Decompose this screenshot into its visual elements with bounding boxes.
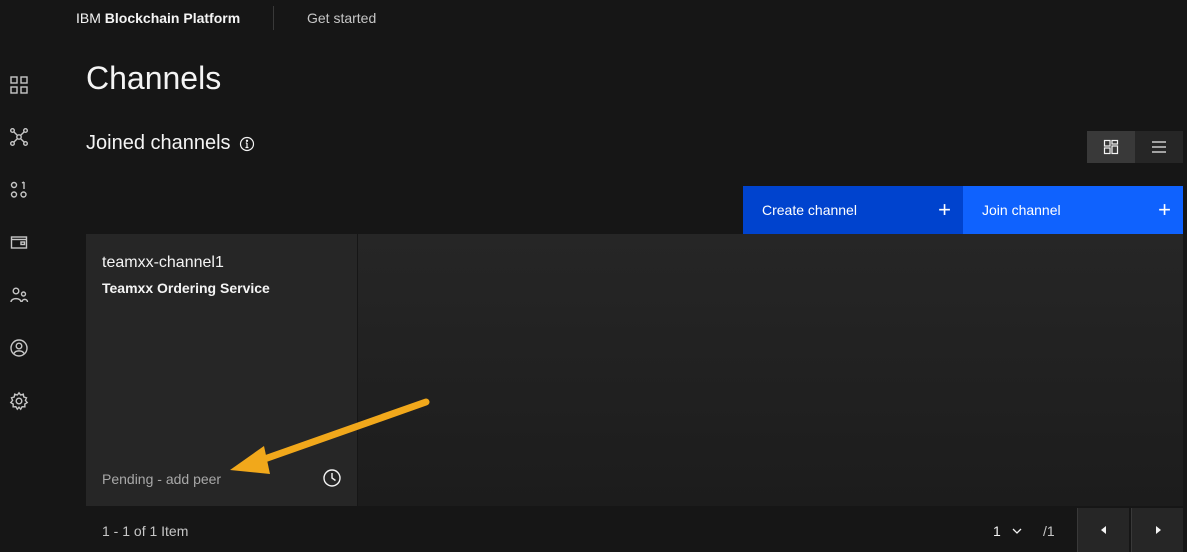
section-title: Joined channels [86, 132, 255, 155]
channel-name: teamxx-channel1 [102, 254, 224, 271]
channel-tile[interactable]: teamxx-channel1 Teamxx Ordering Service … [86, 234, 358, 506]
next-page-button[interactable] [1131, 508, 1183, 552]
page-title: Channels [86, 60, 222, 96]
join-channel-button[interactable]: Join channel + [963, 186, 1183, 234]
header-divider [273, 6, 274, 30]
user-profile-icon[interactable] [8, 337, 30, 359]
create-channel-label: Create channel [762, 202, 857, 218]
top-header: IBM Blockchain Platform Get started [0, 0, 1187, 36]
plus-icon: + [1158, 197, 1171, 222]
organizations-icon[interactable] [8, 179, 30, 201]
list-view-icon [1152, 141, 1166, 153]
pagination: 1 - 1 of 1 Item 1 /1 [86, 506, 1183, 552]
items-count: 1 - 1 of 1 Item [102, 523, 189, 539]
brand-prefix: IBM [76, 10, 101, 26]
section-title-text: Joined channels [86, 132, 231, 154]
create-channel-button[interactable]: Create channel + [743, 186, 963, 234]
brand-logo[interactable]: IBM Blockchain Platform [76, 10, 240, 26]
side-nav [0, 36, 38, 552]
channel-tiles-area: teamxx-channel1 Teamxx Ordering Service … [86, 234, 1183, 506]
clock-icon [323, 469, 341, 487]
nodes-icon[interactable] [8, 126, 30, 148]
list-view-button[interactable] [1135, 131, 1183, 163]
channel-status: Pending - add peer [102, 471, 222, 487]
users-icon[interactable] [8, 284, 30, 306]
info-icon[interactable] [239, 136, 255, 152]
plus-icon: + [938, 197, 951, 222]
tile-view-button[interactable] [1087, 131, 1135, 163]
page-select[interactable]: 1 [993, 523, 1023, 539]
wallet-icon[interactable] [8, 231, 30, 253]
brand-name: Blockchain Platform [104, 10, 241, 26]
caret-left-icon [1100, 526, 1106, 534]
previous-page-button[interactable] [1077, 508, 1129, 552]
ordering-service-name: Teamxx Ordering Service [102, 280, 270, 296]
join-channel-label: Join channel [982, 202, 1061, 218]
chevron-down-icon [1012, 528, 1022, 534]
get-started-link[interactable]: Get started [307, 10, 376, 26]
tile-view-icon [1103, 139, 1119, 155]
settings-icon[interactable] [8, 390, 30, 412]
current-page: 1 [993, 523, 1001, 539]
caret-right-icon [1155, 526, 1161, 534]
dashboard-icon[interactable] [8, 74, 30, 96]
total-pages: /1 [1043, 523, 1055, 539]
view-toggle [1087, 131, 1183, 163]
